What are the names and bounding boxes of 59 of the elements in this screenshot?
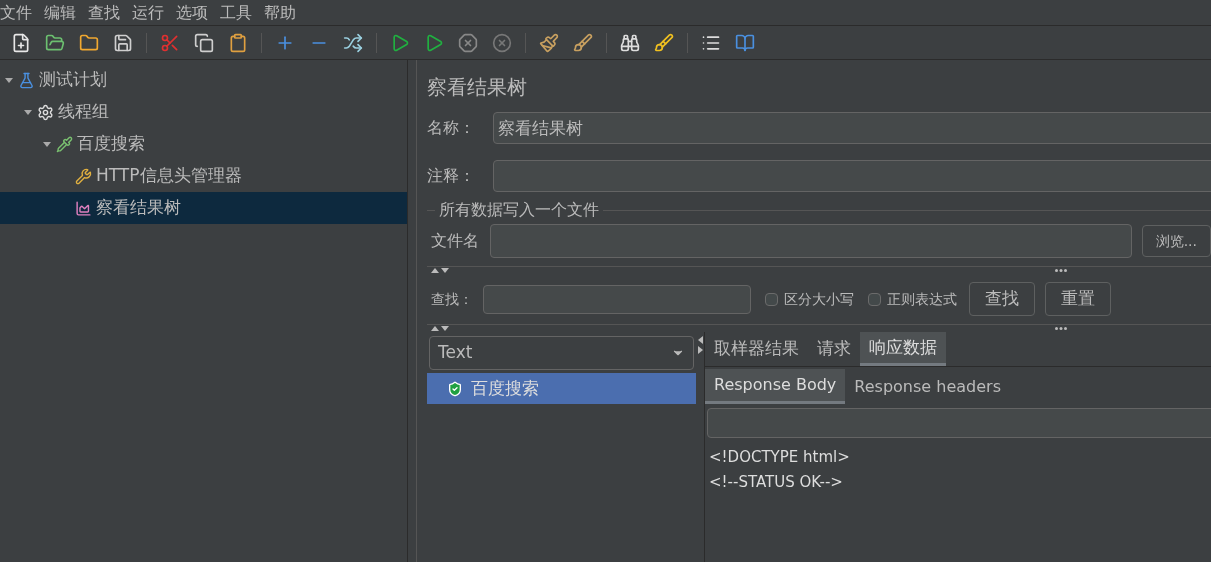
tree-item-label: 测试计划 [39, 68, 107, 92]
menu-item[interactable]: 运行 [126, 0, 170, 25]
splitter-grip-icon[interactable] [1055, 269, 1067, 272]
tree-item[interactable]: 测试计划 [0, 64, 407, 96]
pipette-icon [56, 135, 73, 153]
tree-item-label: HTTP信息头管理器 [96, 164, 242, 188]
name-field[interactable]: 察看结果树 [493, 112, 1211, 144]
flask-icon [18, 71, 35, 89]
menu-item[interactable]: 查找 [82, 0, 126, 25]
gear-icon [37, 103, 54, 121]
menu-item[interactable]: 工具 [214, 0, 258, 25]
response-search-field[interactable] [707, 408, 1211, 438]
tree-item[interactable]: 线程组 [0, 96, 407, 128]
tab[interactable]: 请求 [808, 332, 860, 366]
browse-button[interactable]: 浏览... [1141, 225, 1211, 257]
name-label: 名称： [427, 117, 476, 139]
group-title: 所有数据写入一个文件 [438, 199, 600, 221]
panel-title: 察看结果树 [427, 74, 528, 101]
tree-item-label: 百度搜索 [77, 132, 145, 156]
result-label: 百度搜索 [471, 376, 539, 400]
tree-item-label: 察看结果树 [96, 196, 181, 220]
result-item[interactable]: 百度搜索 [427, 373, 696, 404]
chart-icon [75, 199, 92, 217]
file-name-label: 文件名 [431, 230, 480, 252]
search-action-button[interactable]: 查找 [969, 282, 1035, 316]
success-shield-icon [447, 380, 463, 397]
splitter-arrows-icon[interactable] [431, 268, 449, 273]
response-body-line: <!DOCTYPE html> [709, 447, 851, 468]
menu-item[interactable]: 选项 [170, 0, 214, 25]
tab[interactable]: 响应数据 [860, 332, 946, 366]
tab[interactable]: 取样器结果 [705, 332, 808, 366]
checkbox[interactable] [765, 292, 778, 306]
search-label: 查找： [431, 289, 474, 309]
expanded-arrow-icon[interactable] [43, 141, 51, 147]
menu-item[interactable]: 帮助 [258, 0, 302, 25]
menu-item[interactable]: 编辑 [38, 0, 82, 25]
search-action-button[interactable]: 重置 [1045, 282, 1111, 316]
tab[interactable]: Response Body [705, 369, 846, 404]
tree-item-label: 线程组 [58, 100, 109, 124]
tab[interactable]: Response headers [845, 369, 1010, 404]
file-name-field[interactable] [490, 224, 1132, 258]
tree-item[interactable]: 察看结果树 [0, 192, 407, 224]
checkbox-label: 区分大小写 [784, 289, 854, 309]
wrench-icon [75, 167, 92, 185]
expanded-arrow-icon[interactable] [5, 77, 13, 83]
expanded-arrow-icon[interactable] [24, 109, 32, 115]
tree-item[interactable]: HTTP信息头管理器 [0, 160, 407, 192]
splitter-arrows-icon[interactable] [431, 326, 449, 331]
checkbox[interactable] [868, 292, 881, 306]
comment-field[interactable] [493, 160, 1211, 192]
splitter-grip-icon[interactable] [1055, 327, 1067, 330]
search-field[interactable] [483, 284, 751, 314]
splitter-arrows-icon[interactable] [697, 336, 703, 354]
menu-item[interactable]: 文件 [0, 0, 38, 25]
response-body-line: <!--STATUS OK--> [709, 472, 844, 493]
tree-item[interactable]: 百度搜索 [0, 128, 407, 160]
renderer-dropdown[interactable]: Text [429, 336, 694, 370]
comment-label: 注释： [427, 165, 476, 187]
checkbox-label: 正则表达式 [887, 289, 957, 309]
